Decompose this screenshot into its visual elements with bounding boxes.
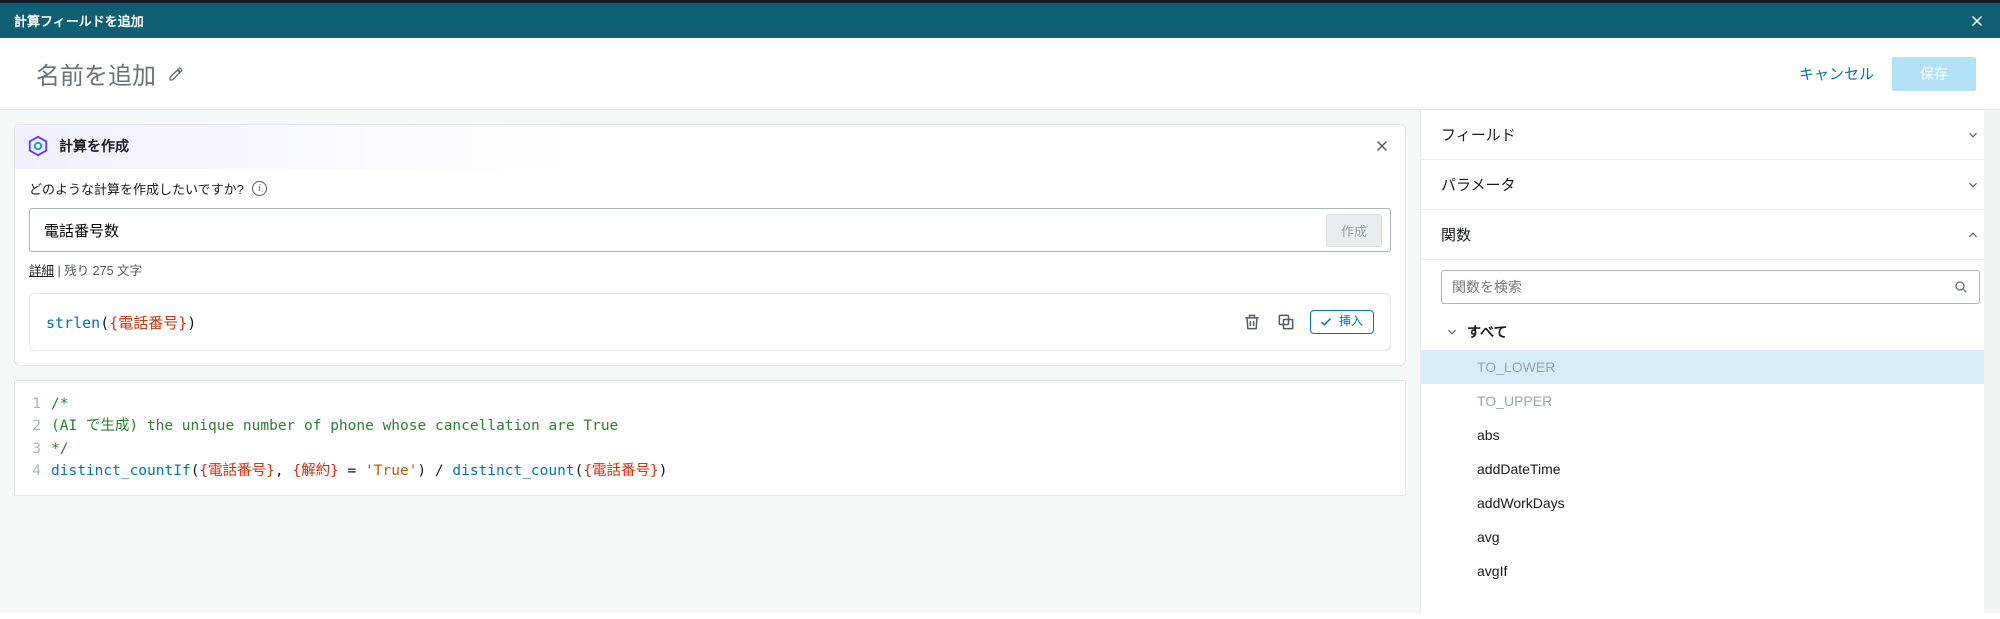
name-field-placeholder[interactable]: 名前を追加 [36, 56, 156, 91]
close-icon[interactable] [1373, 137, 1391, 155]
fn-item[interactable]: avg [1421, 520, 2000, 554]
ai-panel-title: 計算を作成 [59, 136, 129, 156]
char-remaining: | 残り 275 文字 [54, 264, 142, 278]
fn-item[interactable]: abs [1421, 418, 2000, 452]
save-button[interactable]: 保存 [1892, 57, 1976, 91]
accordion-parameters[interactable]: パラメータ [1421, 160, 2000, 210]
line-number: 3 [29, 438, 51, 460]
line-number: 4 [29, 460, 51, 482]
line-content: */ [51, 438, 68, 460]
fn-group-all[interactable]: すべて [1421, 314, 2000, 350]
ai-build-panel: 計算を作成 どのような計算を作成したいですか? i 作成 詳細 | 残り 275… [14, 124, 1406, 366]
line-content: /* [51, 393, 68, 415]
editor-line: 3*/ [29, 438, 1391, 460]
insert-button[interactable]: 挿入 [1310, 310, 1374, 334]
line-number: 2 [29, 415, 51, 437]
accordion-fields[interactable]: フィールド [1421, 110, 2000, 160]
q-logo-icon [27, 135, 49, 157]
chevron-down-icon [1445, 325, 1459, 339]
delete-icon[interactable] [1242, 312, 1262, 332]
edit-icon[interactable] [168, 66, 184, 82]
cancel-button[interactable]: キャンセル [1799, 63, 1874, 84]
chevron-down-icon [1966, 128, 1980, 142]
details-link[interactable]: 詳細 [29, 264, 54, 278]
chevron-up-icon [1966, 228, 1980, 242]
titlebar: 計算フィールドを追加 [0, 3, 2000, 38]
editor-line: 1/* [29, 393, 1391, 415]
fn-item[interactable]: TO_UPPER [1421, 384, 2000, 418]
function-search[interactable] [1441, 270, 1980, 304]
fn-item[interactable]: addDateTime [1421, 452, 2000, 486]
fn-item[interactable]: addWorkDays [1421, 486, 2000, 520]
fn-item[interactable]: TO_LOWER [1421, 350, 2000, 384]
prompt-label: どのような計算を作成したいですか? [29, 179, 244, 198]
titlebar-title: 計算フィールドを追加 [14, 11, 144, 30]
suggestion-code: strlen({電話番号}) [46, 312, 196, 333]
copy-icon[interactable] [1276, 312, 1296, 332]
editor-line: 2(AI で生成) the unique number of phone who… [29, 415, 1391, 437]
ai-suggestion: strlen({電話番号}) 挿入 [29, 293, 1391, 351]
name-row: 名前を追加 キャンセル 保存 [0, 38, 2000, 110]
chevron-down-icon [1966, 178, 1980, 192]
fn-item[interactable]: avgIf [1421, 554, 2000, 588]
formula-editor[interactable]: 1/*2(AI で生成) the unique number of phone … [14, 380, 1406, 496]
close-icon[interactable] [1968, 12, 1986, 30]
line-content: distinct_countIf({電話番号}, {解約} = 'True') … [51, 460, 668, 482]
create-button[interactable]: 作成 [1326, 214, 1382, 247]
line-number: 1 [29, 393, 51, 415]
search-input[interactable] [1452, 279, 1945, 295]
search-icon [1953, 279, 1969, 295]
editor-line: 4distinct_countIf({電話番号}, {解約} = 'True')… [29, 460, 1391, 482]
prompt-input[interactable] [44, 222, 1326, 239]
line-content: (AI で生成) the unique number of phone whos… [51, 415, 618, 437]
info-icon[interactable]: i [252, 181, 267, 196]
prompt-input-wrap: 作成 [29, 208, 1391, 252]
accordion-functions[interactable]: 関数 [1421, 210, 2000, 260]
scrollbar[interactable] [1984, 110, 2000, 613]
